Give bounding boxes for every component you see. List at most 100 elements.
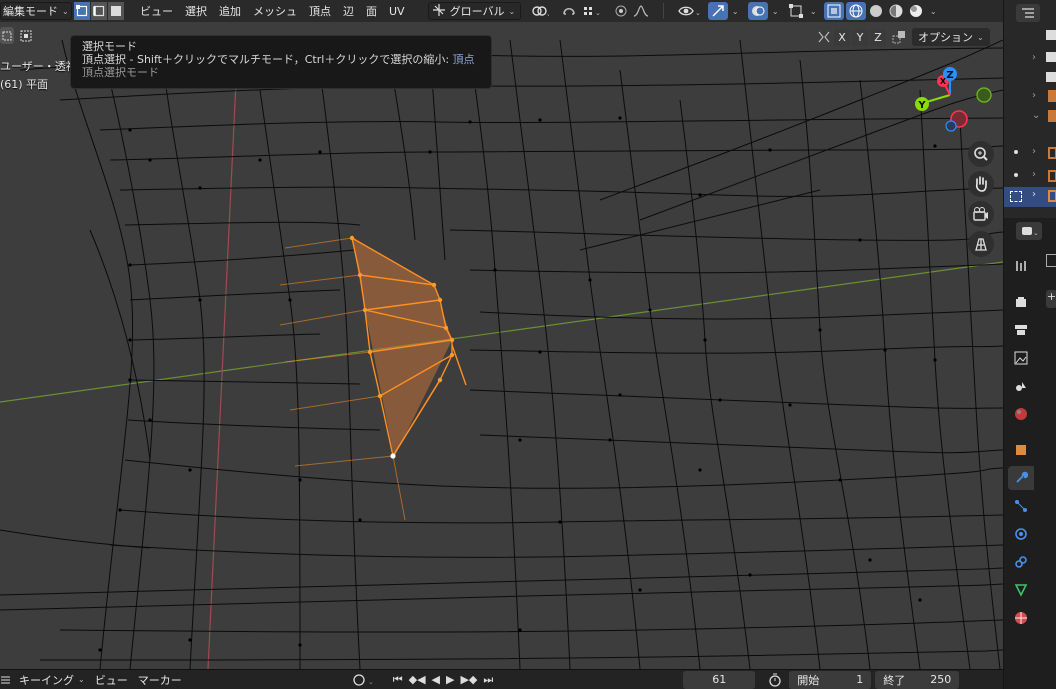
- particles-tab-icon[interactable]: [1008, 494, 1034, 518]
- current-frame-field[interactable]: 61: [683, 670, 756, 689]
- menu-vertex[interactable]: 頂点: [304, 2, 336, 20]
- chevron-down-icon[interactable]: ⌄: [926, 2, 940, 20]
- axis-z-toggle[interactable]: Z: [870, 28, 886, 46]
- select-box-icon[interactable]: [0, 27, 14, 44]
- expand-arrow-icon[interactable]: ›: [1032, 52, 1036, 63]
- chevron-down-icon[interactable]: ⌄: [768, 2, 782, 20]
- mirror-axis-controls: X Y Z オプション ⌄: [814, 28, 990, 46]
- hand-pan-icon[interactable]: [968, 171, 994, 197]
- gizmo-toggle-icon[interactable]: [708, 2, 729, 20]
- modifier-tab-icon[interactable]: [1008, 466, 1034, 490]
- expand-arrow-icon[interactable]: ›: [1032, 189, 1036, 200]
- add-modifier-icon[interactable]: +: [1046, 290, 1056, 308]
- menu-face[interactable]: 面: [361, 2, 382, 20]
- rendered-shading-icon[interactable]: [906, 2, 926, 20]
- expand-arrow-icon[interactable]: ›: [1032, 146, 1036, 157]
- mesh-edit-overlay-icon[interactable]: [786, 2, 806, 20]
- play-reverse-icon[interactable]: ◀: [432, 673, 440, 686]
- next-keyframe-icon[interactable]: ▶◆: [460, 673, 477, 686]
- solid-shading-icon[interactable]: [866, 2, 886, 20]
- viewport-header: 編集モード ⌄ ビュー 選択 追加 メッシュ 頂点 辺 面 UV グローバル ⌄…: [0, 0, 1003, 22]
- physics-tab-icon[interactable]: [1008, 522, 1034, 546]
- mesh-object-icon: [1048, 170, 1056, 182]
- playback-controls: ⏮ ◆◀ ◀ ▶ ▶◆ ⏭: [393, 671, 494, 689]
- object-icon: [1048, 110, 1056, 122]
- material-shading-icon[interactable]: [886, 2, 906, 20]
- output-tab-icon[interactable]: [1008, 318, 1034, 342]
- play-icon[interactable]: ▶: [446, 673, 454, 686]
- face-select-icon[interactable]: [108, 2, 125, 20]
- zoom-icon[interactable]: [968, 141, 994, 167]
- constraints-tab-icon[interactable]: [1008, 550, 1034, 574]
- auto-merge-icon[interactable]: [888, 28, 910, 46]
- menu-edge[interactable]: 辺: [338, 2, 359, 20]
- keying-label: キーイング: [19, 673, 74, 687]
- jump-start-icon[interactable]: ⏮: [393, 673, 403, 687]
- chevron-down-icon: ⌄: [78, 675, 85, 684]
- properties-editor: ⌄ +: [1004, 218, 1056, 689]
- properties-editor-type-icon[interactable]: ⌄: [1016, 222, 1042, 240]
- marker-menu[interactable]: マーカー: [133, 671, 187, 689]
- data-tab-icon[interactable]: [1008, 578, 1034, 602]
- vertex-select-icon[interactable]: [74, 2, 91, 20]
- select-mode-icon[interactable]: [16, 27, 36, 44]
- tool-tab-icon[interactable]: [1008, 254, 1034, 278]
- options-label: オプション: [918, 31, 973, 44]
- outliner-active-row[interactable]: ›: [1004, 187, 1056, 207]
- render-tab-icon[interactable]: [1008, 290, 1034, 314]
- menu-add[interactable]: 追加: [214, 2, 246, 20]
- gizmo-x-label: X: [940, 77, 947, 86]
- pivot-point-icon[interactable]: ⌄: [527, 2, 553, 20]
- wireframe-shading-icon[interactable]: [846, 2, 867, 20]
- snap-target-icon[interactable]: ⌄: [579, 2, 605, 20]
- snap-icon[interactable]: [559, 2, 579, 20]
- tooltip-python: 頂点選択モード: [82, 66, 159, 79]
- collapse-arrow-icon[interactable]: ⌄: [1032, 110, 1040, 121]
- outliner-editor-type-icon[interactable]: [1016, 4, 1040, 22]
- scene-tab-icon[interactable]: [1008, 374, 1034, 398]
- mirror-icon[interactable]: [814, 28, 834, 46]
- panel-handle-icon[interactable]: [1046, 254, 1056, 267]
- end-frame-field[interactable]: 終了 250: [875, 670, 960, 689]
- expand-arrow-icon[interactable]: ›: [1032, 90, 1036, 101]
- select-box-tools: [0, 27, 36, 44]
- auto-keying-icon[interactable]: ⌄: [347, 671, 383, 689]
- prev-keyframe-icon[interactable]: ◆◀: [409, 673, 426, 686]
- timeline-view-menu[interactable]: ビュー: [90, 671, 133, 689]
- chevron-down-icon[interactable]: ⌄: [728, 2, 742, 20]
- chevron-down-icon[interactable]: ⌄: [806, 2, 820, 20]
- axis-y-toggle[interactable]: Y: [852, 28, 868, 46]
- x-axis-line: [207, 39, 239, 669]
- menu-mesh[interactable]: メッシュ: [248, 2, 302, 20]
- expand-arrow-icon[interactable]: ›: [1032, 169, 1036, 180]
- menu-select[interactable]: 選択: [180, 2, 212, 20]
- object-tab-icon[interactable]: [1008, 438, 1034, 462]
- jump-end-icon[interactable]: ⏭: [483, 673, 493, 687]
- transform-orientation-dropdown[interactable]: グローバル ⌄: [427, 2, 522, 20]
- keying-menu[interactable]: キーイング ⌄: [14, 671, 90, 689]
- overlays-toggle-icon[interactable]: [748, 2, 769, 20]
- visibility-eye-icon[interactable]: ⌄: [676, 2, 704, 20]
- options-dropdown[interactable]: オプション ⌄: [912, 28, 990, 46]
- edge-select-icon[interactable]: [91, 2, 108, 20]
- menu-uv[interactable]: UV: [384, 2, 410, 20]
- mode-dropdown[interactable]: 編集モード ⌄: [0, 2, 72, 20]
- 3d-viewport[interactable]: ユーザー・透視 (61) 平面 X Y Z オプション ⌄ 選択モード 頂点選択…: [0, 0, 1003, 669]
- timeline-header: キーイング ⌄ ビュー マーカー ⌄ ⏮ ◆◀ ◀ ▶ ▶◆ ⏭ 61 開始 1…: [0, 669, 1003, 689]
- falloff-icon[interactable]: [631, 2, 651, 20]
- material-tab-icon[interactable]: [1008, 606, 1034, 630]
- start-frame-field[interactable]: 開始 1: [789, 670, 872, 689]
- menu-view[interactable]: ビュー: [135, 2, 178, 20]
- stopwatch-icon[interactable]: [763, 671, 787, 689]
- world-tab-icon[interactable]: [1008, 402, 1034, 426]
- axis-x-toggle[interactable]: X: [834, 28, 850, 46]
- grid-ortho-icon[interactable]: [968, 231, 994, 257]
- xray-toggle-icon[interactable]: [824, 2, 845, 20]
- tooltip-title: 選択モード: [82, 40, 137, 53]
- view-layer-tab-icon[interactable]: [1008, 346, 1034, 370]
- timeline-editor-type-icon[interactable]: [0, 671, 14, 689]
- svg-text:⌄: ⌄: [1033, 229, 1037, 237]
- proportional-edit-icon[interactable]: [611, 2, 631, 20]
- camera-view-icon[interactable]: [968, 201, 994, 227]
- navigation-gizmo[interactable]: Z Y X: [905, 60, 1000, 140]
